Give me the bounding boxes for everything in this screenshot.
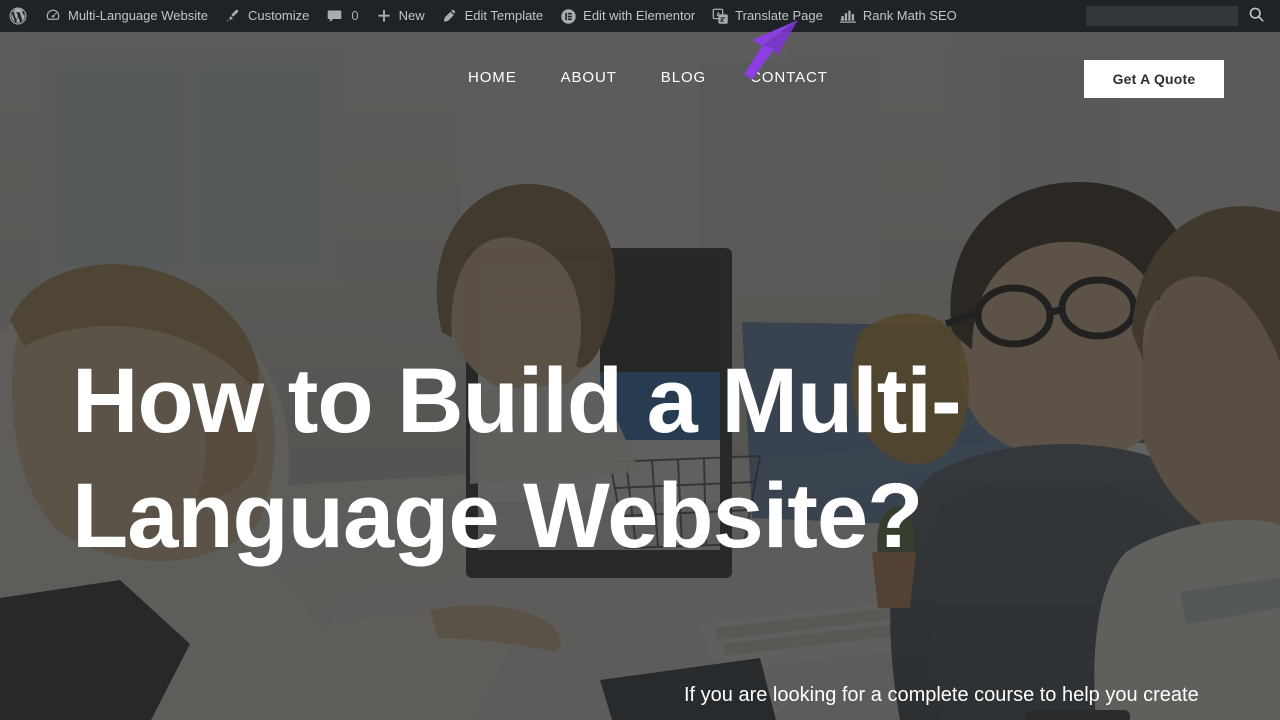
nav-link-about[interactable]: ABOUT [539,32,639,124]
wordpress-logo-icon [9,7,27,25]
admin-bar-search-input[interactable] [1086,6,1238,26]
translate-icon [711,7,729,25]
hero-heading: How to Build a Multi- Language Website? [72,344,1012,574]
nav-link-blog[interactable]: BLOG [639,32,728,124]
language-switcher-label: English [1066,710,1118,720]
admin-bar-customize-label: Customize [247,8,310,23]
admin-bar-comments[interactable]: 0 [317,0,366,32]
wordpress-logo-button[interactable] [0,0,36,32]
pencil-icon [441,7,459,25]
admin-bar-edit-template-label: Edit Template [464,8,544,23]
admin-bar-translate-page[interactable]: Translate Page [703,0,831,32]
site-navigation: HOME ABOUT BLOG CONTACT Get A Quote [0,32,1280,124]
admin-bar-edit-template[interactable]: Edit Template [433,0,552,32]
primary-menu: HOME ABOUT BLOG CONTACT [468,32,850,124]
admin-bar-comment-count: 0 [351,8,359,23]
elementor-icon [559,7,577,25]
admin-bar-search-button[interactable] [1240,0,1272,32]
admin-bar-site-name-label: Multi-Language Website [68,8,208,23]
admin-bar-customize[interactable]: Customize [216,0,317,32]
admin-bar-site-name[interactable]: Multi-Language Website [36,0,216,32]
search-icon [1248,6,1265,26]
admin-bar-rank-math-label: Rank Math SEO [862,8,957,23]
hero-heading-line-1: How to Build a Multi- [72,350,962,452]
nav-link-contact[interactable]: CONTACT [728,32,850,124]
comment-icon [325,7,343,25]
get-a-quote-button[interactable]: Get A Quote [1084,60,1224,98]
admin-bar-edit-with-elementor[interactable]: Edit with Elementor [551,0,703,32]
dashboard-icon [44,7,62,25]
language-switcher[interactable]: English [1025,710,1130,720]
admin-bar-translate-label: Translate Page [735,8,823,23]
page-root: HOME ABOUT BLOG CONTACT Get A Quote How … [0,0,1280,720]
hero-heading-line-2: Language Website? [72,465,923,567]
plus-icon [375,7,393,25]
admin-bar-elementor-label: Edit with Elementor [583,8,696,23]
admin-bar-search-area [1086,0,1280,32]
admin-bar-new-label: New [398,8,425,23]
wp-admin-bar: Multi-Language Website Customize 0 New E… [0,0,1280,32]
hero-section: HOME ABOUT BLOG CONTACT Get A Quote How … [0,32,1280,720]
admin-bar-new-content[interactable]: New [367,0,433,32]
paintbrush-icon [224,7,242,25]
nav-link-home[interactable]: HOME [468,32,539,124]
admin-bar-rank-math-seo[interactable]: Rank Math SEO [831,0,965,32]
rank-math-bars-icon [839,7,857,25]
